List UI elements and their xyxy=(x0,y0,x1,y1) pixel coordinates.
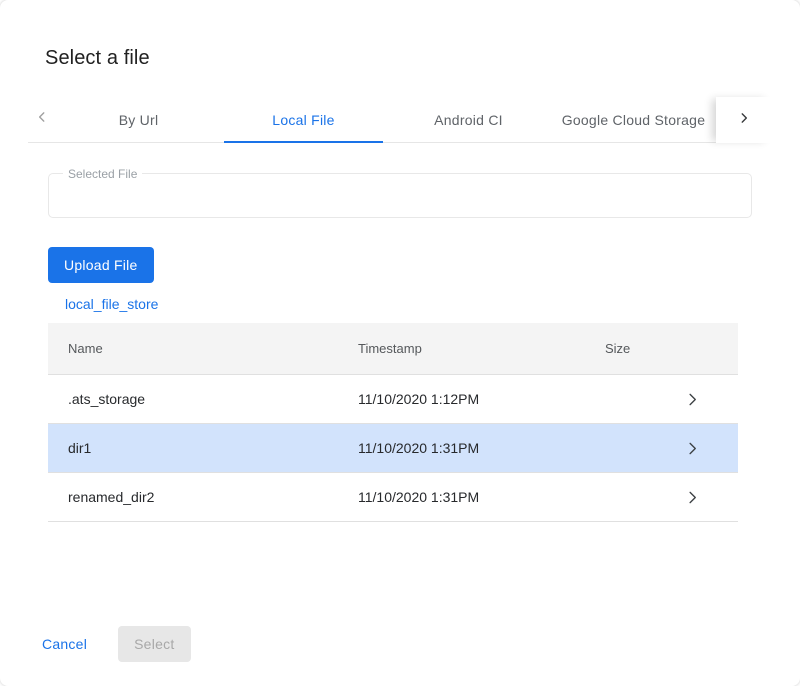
table-row[interactable]: renamed_dir211/10/2020 1:31PM xyxy=(48,473,738,522)
tab-android-ci[interactable]: Android CI xyxy=(386,97,551,142)
table-row[interactable]: dir111/10/2020 1:31PM xyxy=(48,424,738,473)
column-header-timestamp: Timestamp xyxy=(358,341,605,356)
cancel-button[interactable]: Cancel xyxy=(26,626,103,662)
selected-file-input[interactable] xyxy=(49,174,751,217)
column-header-name: Name xyxy=(48,341,358,356)
upload-file-button[interactable]: Upload File xyxy=(48,247,154,283)
chevron-left-icon xyxy=(35,110,49,129)
chevron-right-icon xyxy=(737,111,751,130)
tab-by-url[interactable]: By Url xyxy=(56,97,221,142)
tabs-scroll-right-button[interactable] xyxy=(716,97,772,143)
select-file-dialog: Select a file By UrlLocal FileAndroid CI… xyxy=(0,0,800,686)
column-header-size: Size xyxy=(605,341,646,356)
file-name-cell: .ats_storage xyxy=(48,391,358,407)
local-file-store-link[interactable]: local_file_store xyxy=(65,296,158,312)
dialog-title: Select a file xyxy=(45,46,800,70)
timestamp-cell: 11/10/2020 1:31PM xyxy=(358,440,605,456)
tab-google-cloud-storage[interactable]: Google Cloud Storage xyxy=(551,97,716,142)
file-table: Name Timestamp Size .ats_storage11/10/20… xyxy=(48,323,738,522)
dialog-footer: Cancel Select xyxy=(0,626,800,686)
timestamp-cell: 11/10/2020 1:31PM xyxy=(358,489,605,505)
row-chevron-right-icon[interactable] xyxy=(646,488,738,507)
tab-panel-local-file: Selected File Upload File local_file_sto… xyxy=(0,143,800,522)
row-chevron-right-icon[interactable] xyxy=(646,439,738,458)
select-button[interactable]: Select xyxy=(118,626,190,662)
file-table-body: .ats_storage11/10/2020 1:12PMdir111/10/2… xyxy=(48,375,738,522)
table-row[interactable]: .ats_storage11/10/2020 1:12PM xyxy=(48,375,738,424)
file-name-cell: dir1 xyxy=(48,440,358,456)
selected-file-field[interactable]: Selected File xyxy=(48,173,752,218)
row-chevron-right-icon[interactable] xyxy=(646,390,738,409)
file-table-header: Name Timestamp Size xyxy=(48,323,738,375)
file-name-cell: renamed_dir2 xyxy=(48,489,358,505)
selected-file-field-label: Selected File xyxy=(63,167,142,181)
tabs-scroll-left-button[interactable] xyxy=(28,97,56,143)
timestamp-cell: 11/10/2020 1:12PM xyxy=(358,391,605,407)
tab-bar: By UrlLocal FileAndroid CIGoogle Cloud S… xyxy=(28,97,772,143)
tab-list: By UrlLocal FileAndroid CIGoogle Cloud S… xyxy=(56,97,716,143)
tab-local-file[interactable]: Local File xyxy=(221,97,386,142)
